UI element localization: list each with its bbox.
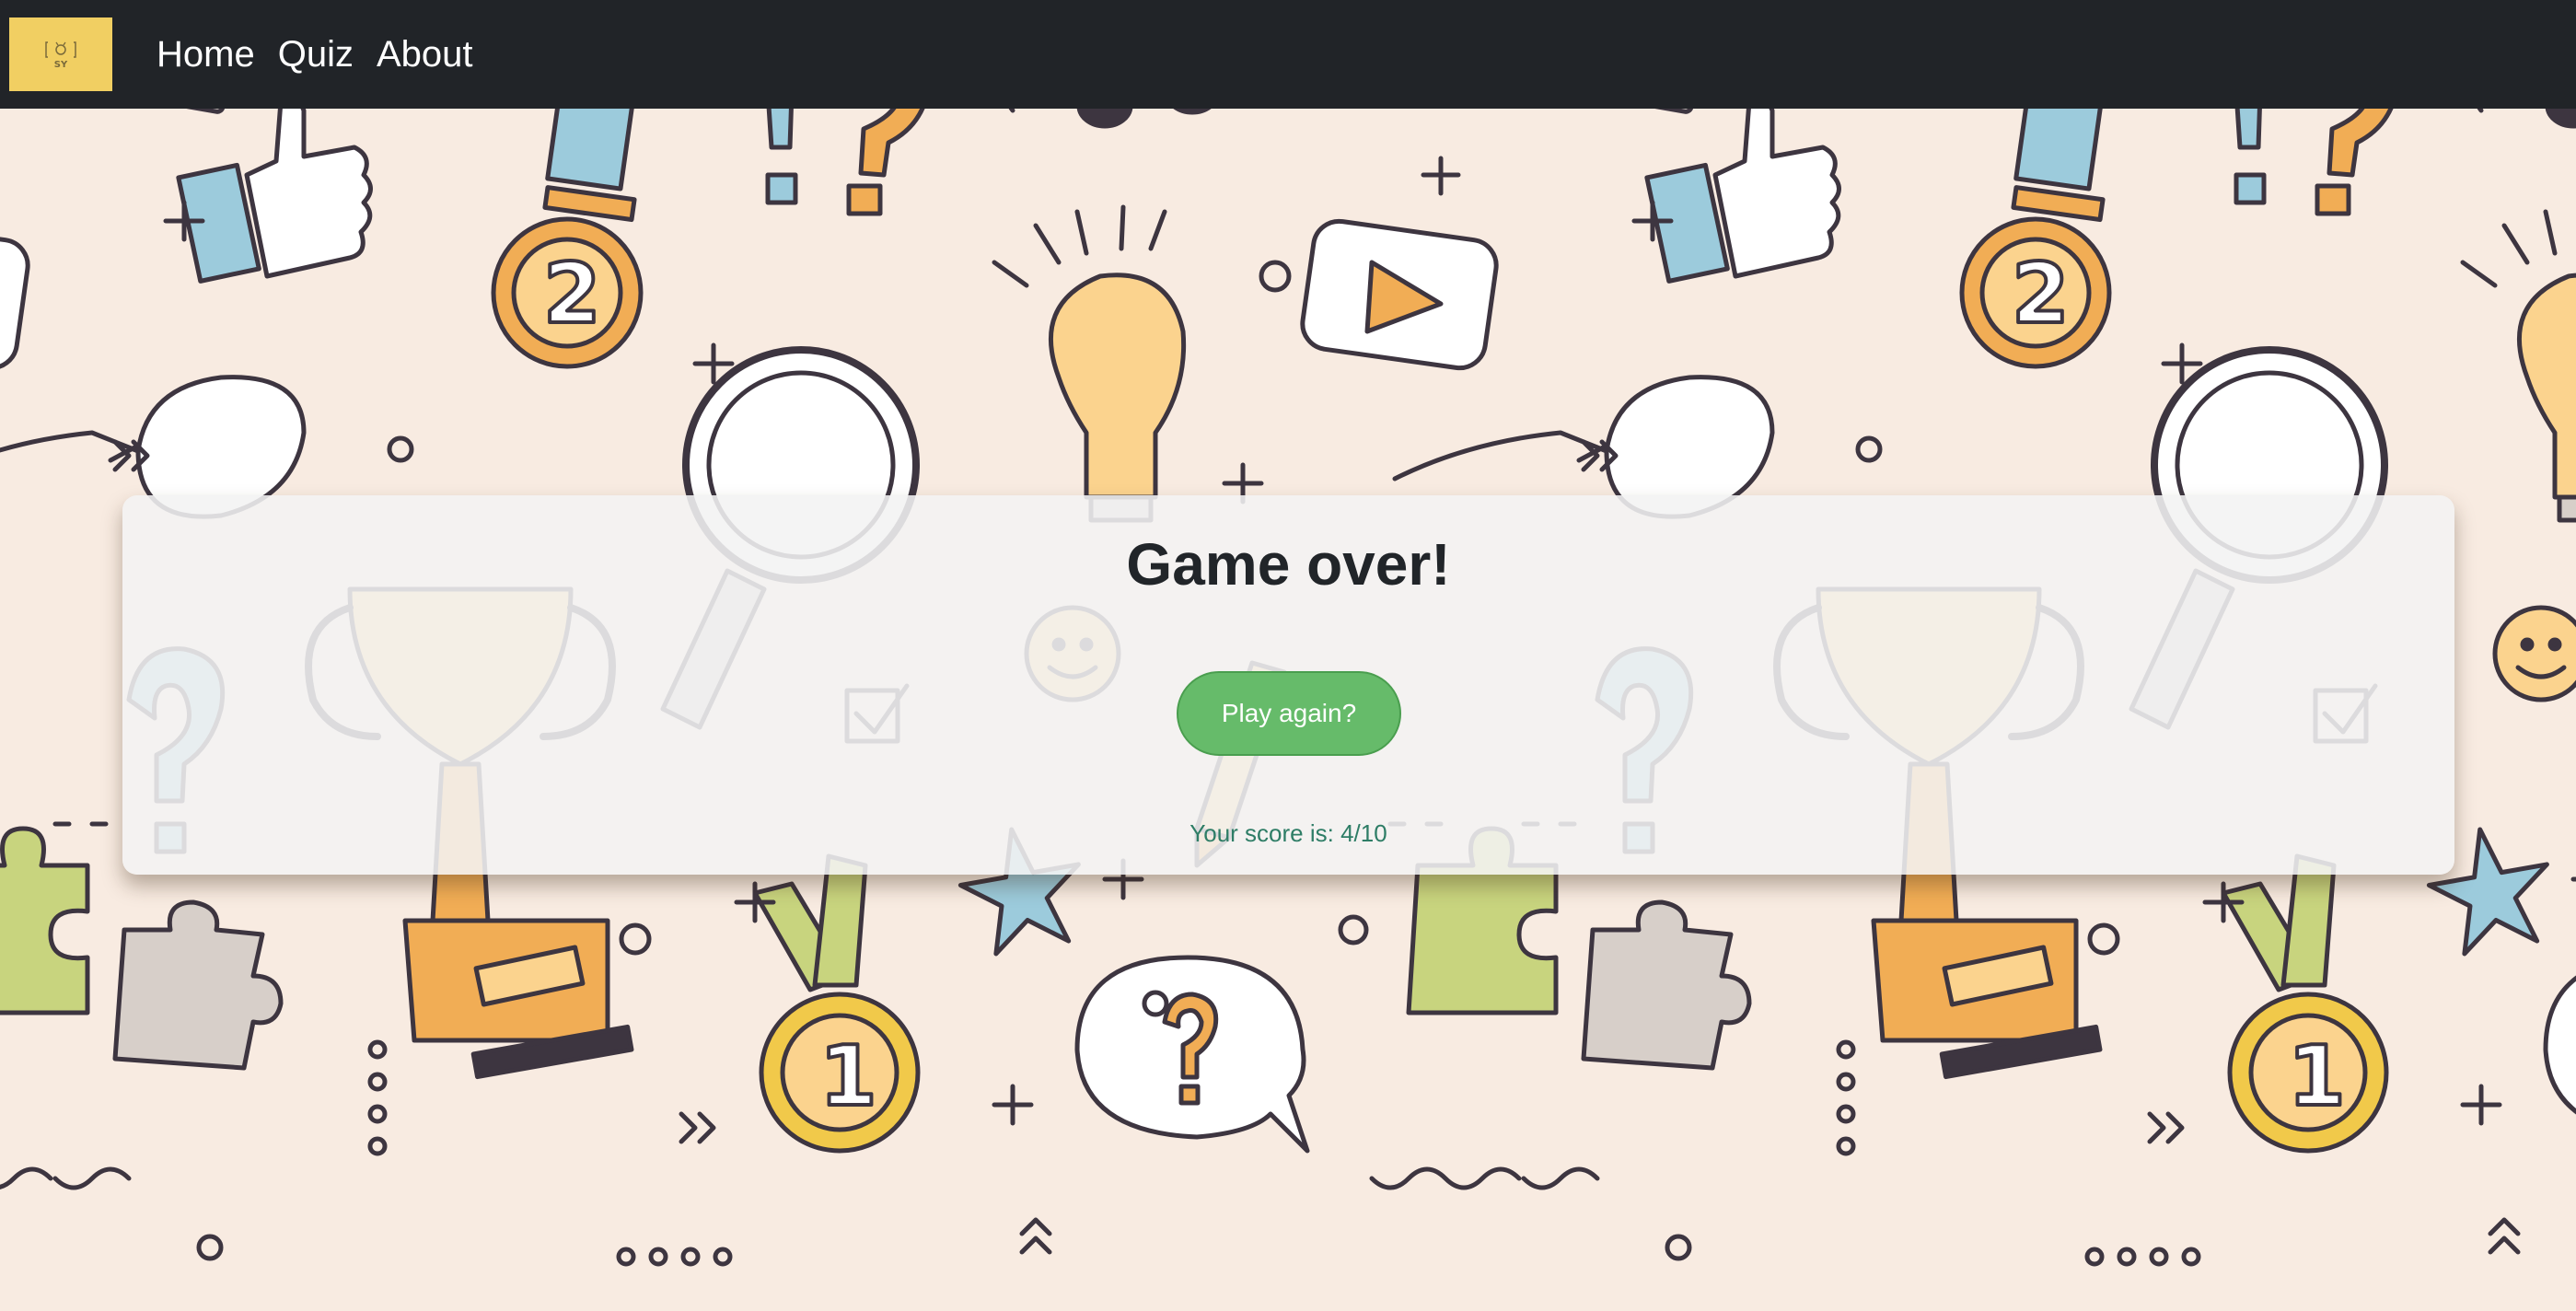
navbar: SY Home Quiz About <box>0 0 2576 109</box>
quiz-logo-icon <box>45 41 76 58</box>
nav-links: Home Quiz About <box>157 34 495 75</box>
brand-text: SY <box>53 59 68 70</box>
nav-link-about[interactable]: About <box>377 34 473 75</box>
play-again-button[interactable]: Play again? <box>1177 671 1401 756</box>
score-text: Your score is: 4/10 <box>1189 819 1387 847</box>
page-title: Game over! <box>1126 531 1451 597</box>
brand-logo[interactable]: SY <box>9 17 112 91</box>
nav-link-home[interactable]: Home <box>157 34 255 75</box>
nav-link-quiz[interactable]: Quiz <box>278 34 354 75</box>
result-card: Game over! Play again? Your score is: 4/… <box>122 495 2454 875</box>
